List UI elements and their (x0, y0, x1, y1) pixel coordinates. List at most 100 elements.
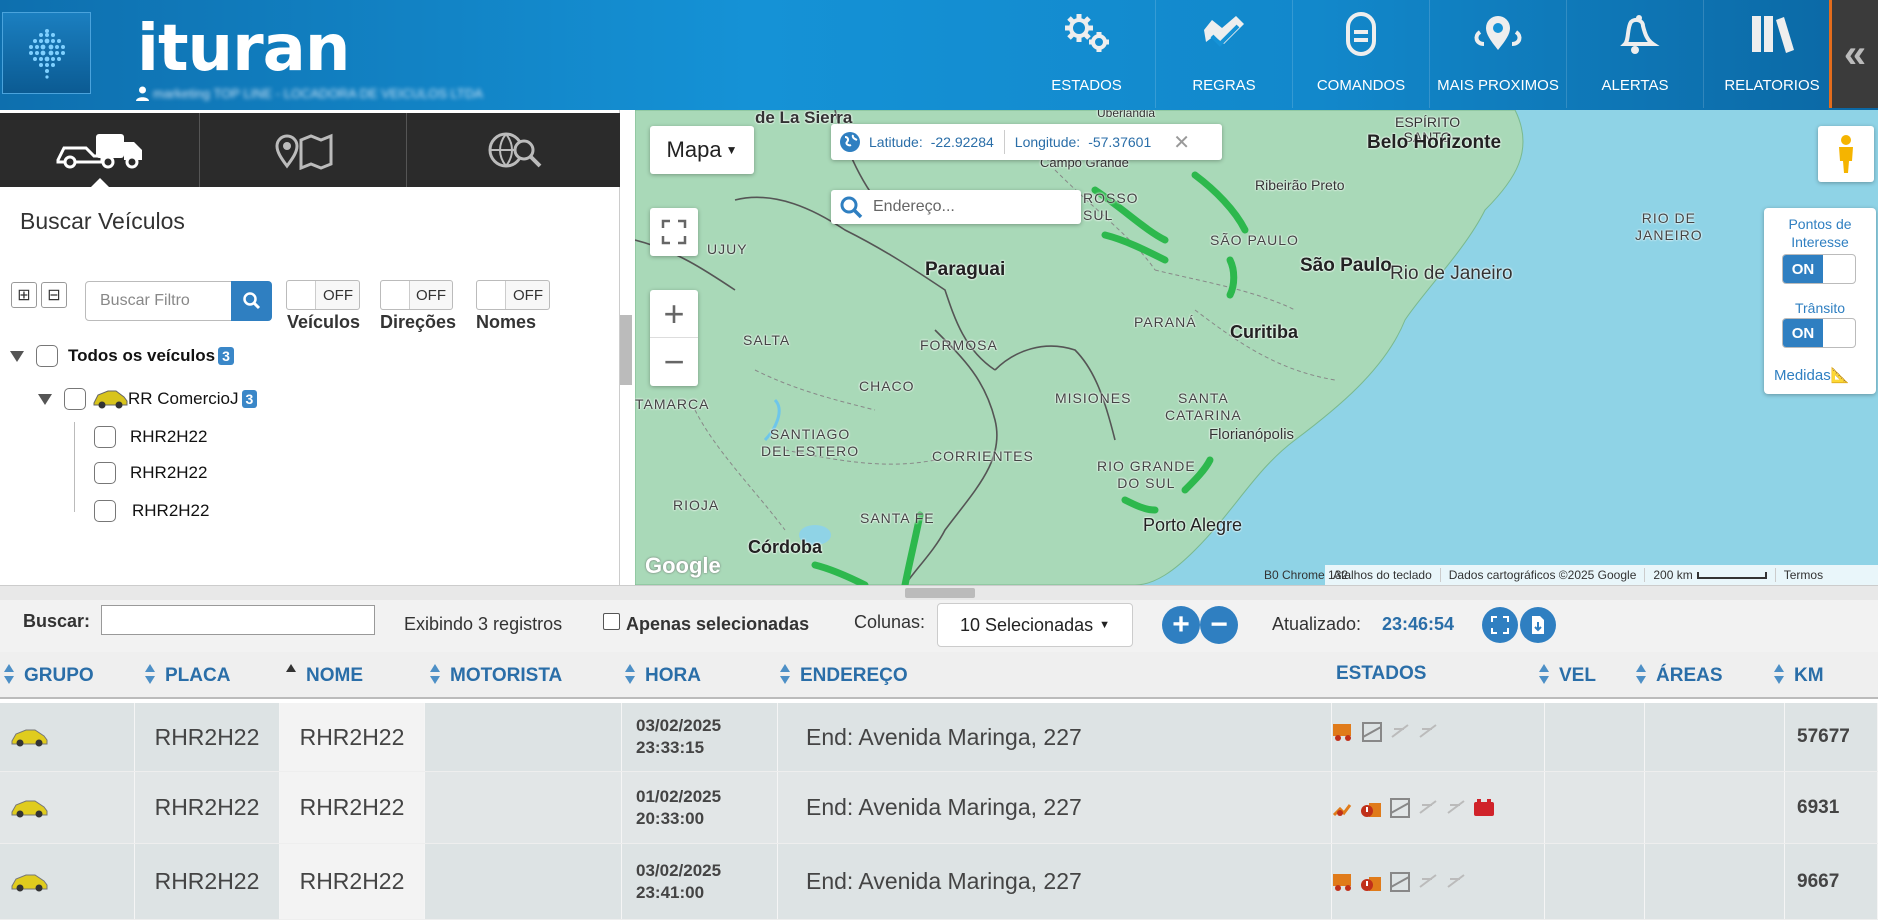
nav-label: MAIS PROXIMOS (1437, 77, 1559, 94)
column-header-areas[interactable]: ÁREAS (1636, 664, 1723, 687)
export-button[interactable] (1520, 607, 1556, 643)
tree-group-label: RR ComercioJ (128, 389, 239, 408)
logo-icon[interactable] (2, 12, 91, 94)
expand-arrow-icon[interactable] (10, 350, 24, 362)
zoom-out-button[interactable]: − (650, 338, 698, 386)
map-label: SANTA FE (860, 510, 935, 526)
nav-alertas[interactable]: ALERTAS (1566, 0, 1703, 108)
checkbox[interactable] (64, 388, 86, 410)
expand-all-button[interactable]: ⊞ (11, 282, 37, 308)
placa-cell: RHR2H22 (135, 703, 280, 771)
grid-search-input[interactable] (101, 605, 375, 635)
areas-cell (1645, 844, 1785, 919)
column-title: VEL (1559, 665, 1596, 686)
toggle-names[interactable]: OFF (476, 280, 550, 310)
table-row[interactable]: RHR2H22 RHR2H22 01/02/2025 20:33:00 End: … (0, 772, 1878, 844)
nav-comandos[interactable]: COMANDOS (1292, 0, 1429, 108)
map-label: CHACO (859, 378, 915, 394)
vehicle-label: RHR2H22 (130, 463, 208, 482)
street-view-button[interactable] (1818, 126, 1874, 182)
tree-group[interactable]: RR ComercioJ 3 (38, 388, 258, 410)
tree-vehicle[interactable]: RHR2H22 (94, 462, 207, 484)
column-header-endereco[interactable]: ENDEREÇO (780, 664, 908, 687)
remove-button[interactable]: − (1200, 606, 1238, 644)
columns-dropdown[interactable]: 10 Selecionadas ▼ (937, 603, 1133, 647)
transit-toggle[interactable]: ON (1782, 318, 1856, 348)
nav-mais-proximos[interactable]: MAIS PROXIMOS (1429, 0, 1566, 108)
column-header-km[interactable]: KM (1774, 664, 1824, 687)
column-header-nome[interactable]: NOME (286, 664, 363, 687)
group-cell (0, 703, 135, 771)
fullscreen-button[interactable] (650, 208, 698, 256)
column-title: PLACA (165, 665, 231, 686)
filter-input[interactable]: Buscar Filtro (85, 281, 232, 321)
toggle-directions[interactable]: OFF (380, 280, 453, 310)
add-button[interactable]: + (1162, 606, 1200, 644)
measure-button[interactable]: Medidas📐 (1774, 366, 1849, 384)
filter-search-button[interactable] (231, 281, 272, 321)
group-cell (0, 844, 135, 919)
disabled-status-icon (1447, 799, 1465, 814)
globe-icon (840, 132, 860, 152)
sort-icon (1636, 664, 1646, 684)
checkbox[interactable] (94, 426, 116, 448)
checkbox[interactable] (94, 500, 116, 522)
hora-date: 01/02/2025 (636, 786, 722, 806)
nav-relatorios[interactable]: RELATORIOS (1703, 0, 1840, 108)
toggle-vehicles[interactable]: OFF (286, 280, 360, 310)
estados-cell (1332, 703, 1545, 771)
address-search-input[interactable]: Endereço... (831, 190, 1081, 224)
panel-resize-handle[interactable] (620, 315, 632, 385)
map-view[interactable]: de La Sierra Uberlândia ESPÍRITO SANTO B… (635, 110, 1878, 585)
car-icon (11, 874, 48, 891)
checkbox[interactable] (94, 462, 116, 484)
nav-regras[interactable]: REGRAS (1155, 0, 1292, 108)
tree-root[interactable]: Todos os veículos 3 (10, 345, 234, 367)
expand-arrow-icon[interactable] (38, 393, 52, 405)
column-title: MOTORISTA (450, 665, 563, 686)
sort-icon (1774, 664, 1784, 684)
tree-vehicle[interactable]: RHR2H22 (94, 426, 207, 448)
table-row[interactable]: RHR2H22 RHR2H22 03/02/2025 23:41:00 End: … (0, 844, 1878, 920)
commands-icon (1346, 12, 1376, 56)
expand-grid-button[interactable] (1482, 607, 1518, 643)
poi-toggle[interactable]: ON (1782, 254, 1856, 284)
zoom-controls: + − (650, 290, 698, 386)
only-selected-checkbox[interactable] (603, 613, 620, 630)
download-file-icon (1532, 616, 1544, 634)
sort-icon (4, 664, 14, 684)
column-header-hora[interactable]: HORA (625, 664, 701, 687)
nav-estados[interactable]: ESTADOS (1018, 0, 1155, 108)
column-header-vel[interactable]: VEL (1539, 664, 1596, 687)
tree-vehicle[interactable]: RHR2H22 (94, 500, 209, 522)
map-label: RIO DE JANEIRO (1635, 210, 1703, 243)
tab-global-search[interactable] (407, 113, 620, 187)
column-header-placa[interactable]: PLACA (145, 664, 230, 687)
map-label: Paraguai (925, 259, 1006, 280)
terms-link[interactable]: Termos (1776, 568, 1831, 582)
column-header-motorista[interactable]: MOTORISTA (430, 664, 562, 687)
table-row[interactable]: RHR2H22 RHR2H22 03/02/2025 23:33:15 End: … (0, 703, 1878, 772)
map-label: MISIONES (1055, 390, 1132, 406)
divider (1003, 130, 1005, 154)
poi-label: Pontos de Interesse (1788, 216, 1852, 250)
zoom-in-button[interactable]: + (650, 290, 698, 338)
panel-splitter[interactable] (0, 585, 1878, 600)
left-panel-tabs (0, 113, 620, 188)
vehicle-label: RHR2H22 (132, 501, 210, 520)
close-icon[interactable]: ✕ (1173, 130, 1190, 155)
vel-cell (1545, 703, 1645, 771)
collapse-panel-button[interactable]: « (1829, 0, 1878, 108)
map-type-dropdown[interactable]: Mapa ▼ (650, 126, 754, 174)
collapse-all-button[interactable]: ⊟ (41, 282, 67, 308)
tab-places[interactable] (200, 113, 407, 187)
checkbox[interactable] (36, 345, 58, 367)
column-header-grupo[interactable]: GRUPO (4, 664, 94, 687)
column-header-estados[interactable]: ESTADOS (1336, 663, 1426, 685)
tab-vehicles[interactable] (0, 113, 200, 188)
placa-cell: RHR2H22 (135, 772, 280, 843)
count-badge: 3 (241, 390, 258, 408)
column-title: GRUPO (24, 665, 94, 686)
map-type-label: Mapa (666, 137, 722, 162)
drag-handle[interactable] (905, 588, 975, 598)
